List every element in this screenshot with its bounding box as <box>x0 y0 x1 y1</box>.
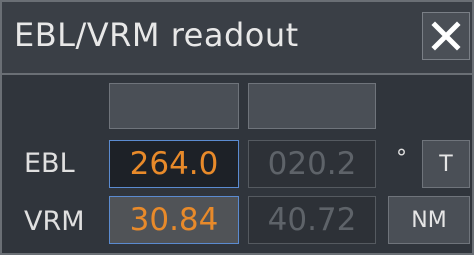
vrm-2-value-text: 40.72 <box>267 202 357 238</box>
ebl-1-value-text: 264.0 <box>129 146 219 182</box>
close-button[interactable] <box>422 12 470 60</box>
range-unit-button[interactable]: NM <box>388 196 470 244</box>
ebl-vrm-1-select-button[interactable] <box>109 83 239 129</box>
vrm-1-value[interactable]: 30.84 <box>109 196 239 244</box>
title-bar: EBL/VRM readout <box>2 2 472 75</box>
ebl-2-value-text: 020.2 <box>267 146 357 182</box>
ebl-vrm-2-select-button[interactable] <box>248 83 376 129</box>
vrm-2-value[interactable]: 40.72 <box>248 196 376 244</box>
close-icon <box>431 21 461 51</box>
degree-symbol: ° <box>396 146 407 171</box>
vrm-label: VRM <box>24 206 85 237</box>
bearing-reference-label: T <box>439 151 453 177</box>
ebl-1-value[interactable]: 264.0 <box>109 140 239 188</box>
window-title: EBL/VRM readout <box>14 16 299 54</box>
bearing-reference-button[interactable]: T <box>422 140 470 188</box>
range-unit-label: NM <box>411 207 447 233</box>
ebl-label: EBL <box>24 148 75 179</box>
ebl-vrm-readout-window: EBL/VRM readout EBL 264.0 020.2 ° T VRM … <box>0 0 474 255</box>
vrm-1-value-text: 30.84 <box>129 202 219 238</box>
ebl-2-value[interactable]: 020.2 <box>248 140 376 188</box>
